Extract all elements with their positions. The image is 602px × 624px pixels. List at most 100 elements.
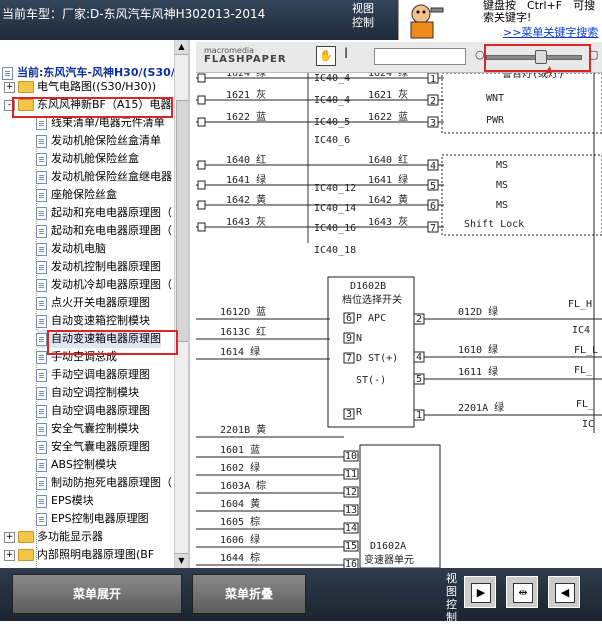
tree-item-label: 手动空调电器原理图: [51, 368, 150, 381]
pin-number: 1: [416, 410, 422, 421]
pin-number: 11: [345, 469, 357, 480]
scroll-down-arrow-icon[interactable]: ▼: [175, 553, 188, 568]
tree-item[interactable]: 发动机舱保险丝盒清单: [36, 132, 161, 150]
tree-item-label: 发动机电脑: [51, 242, 106, 255]
text-select-icon[interactable]: Ⅰ: [344, 46, 348, 62]
wire-label: 1624 绿: [368, 73, 408, 79]
scrollbar-thumb[interactable]: [176, 100, 188, 342]
schematic-diagram[interactable]: 1624 绿 1621 灰 1622 蓝 1640 红 1641 绿 1642 黄 1643…: [196, 73, 602, 568]
tree-scrollbar[interactable]: ▲ ▼: [174, 40, 188, 568]
highlight-box-selected: [47, 330, 178, 355]
view-right-button[interactable]: ◀: [548, 576, 580, 608]
tree-item-label: 多功能显示器: [37, 530, 103, 543]
tree-folder[interactable]: + 电气电路图((S30/H30)): [4, 78, 156, 96]
view-left-button[interactable]: ▶: [464, 576, 496, 608]
fl-label: IC: [582, 419, 594, 430]
document-icon: [36, 332, 47, 346]
tree-item[interactable]: 发动机电脑: [36, 240, 106, 258]
wire-label: 1602 绿: [220, 461, 260, 474]
wire-label: 2201B 黄: [220, 423, 266, 436]
tree-item[interactable]: EPS控制电器原理图: [36, 510, 149, 528]
pin-number: 16: [345, 559, 357, 568]
tree-item[interactable]: EPS模块: [36, 492, 94, 510]
menu-collapse-button[interactable]: 菜单折叠: [192, 574, 306, 614]
tree-item[interactable]: 发动机控制电器原理图: [36, 258, 161, 276]
ad-text: 键盘按 Ctrl+F 可搜索关键字!: [483, 0, 596, 24]
wire-label: 1614 绿: [220, 345, 260, 358]
wire-label: 2201A 绿: [458, 401, 504, 414]
tree-item-label: 电气电路图((S30/H30)): [37, 80, 157, 93]
menu-expand-button[interactable]: 菜单展开: [12, 574, 182, 614]
switch-label: WNT: [486, 93, 504, 104]
logo-bottom-text: FLASHPAPER: [204, 54, 287, 65]
tree-item[interactable]: 自动变速箱控制模块: [36, 312, 150, 330]
document-icon: [36, 440, 47, 454]
tree-item-label: 起动和充电电器原理图（: [51, 206, 172, 219]
tree-item-label: 自动变速箱控制模块: [51, 314, 150, 327]
d1602b-pin: N: [356, 333, 362, 344]
menu-tree: 当前:东风汽车-风神H30/(S30/H + 电气电路图((S30/H30)) - 东…: [0, 40, 190, 568]
connector-pin: [197, 73, 206, 83]
connector-pin: [197, 95, 206, 105]
pin-number: 6: [430, 201, 436, 212]
tree-item-label: 座舱保险丝盒: [51, 188, 117, 201]
wire-label: 1606 绿: [220, 533, 260, 546]
title-bar: 当前车型：厂家:D-东风汽车风神H302013-2014 视图控制 键盘按 Ct…: [0, 0, 602, 40]
pin-number: 13: [345, 505, 357, 516]
wire-label: 1605 棕: [220, 515, 260, 528]
tree-item[interactable]: 制动防抱死电器原理图（: [36, 474, 172, 492]
document-icon: [36, 368, 47, 382]
tree-item-label: 发动机舱保险丝盒继电器: [51, 170, 172, 183]
wire-label: 1611 绿: [458, 365, 498, 378]
tree-item[interactable]: 自动空调电器原理图: [36, 402, 150, 420]
expand-icon[interactable]: +: [4, 81, 15, 93]
menu-search-link[interactable]: >>菜单关键字搜索: [503, 24, 598, 40]
ic-label: IC40_4: [314, 73, 350, 84]
find-input[interactable]: [374, 48, 466, 65]
expand-icon[interactable]: +: [4, 531, 15, 543]
wire-label: 1622 蓝: [368, 111, 408, 123]
tree-item[interactable]: 安全气囊电器原理图: [36, 438, 150, 456]
ms-label: MS: [496, 200, 508, 211]
view-split-button[interactable]: ⇹: [506, 576, 538, 608]
tree-item[interactable]: 座舱保险丝盒: [36, 186, 117, 204]
document-icon: [36, 170, 47, 184]
tree-folder[interactable]: + 多功能显示器: [4, 528, 103, 546]
tree-item[interactable]: 起动和充电电器原理图（: [36, 222, 172, 240]
document-icon: [36, 476, 47, 490]
tree-item[interactable]: 安全气囊控制模块: [36, 420, 139, 438]
tree-item[interactable]: 发动机舱保险丝盒继电器: [36, 168, 172, 186]
tree-folder[interactable]: + 内部照明电器原理图(BF: [4, 546, 154, 564]
tree-item-label: 内部照明电器原理图(BF: [37, 548, 155, 561]
tree-item-label: 安全气囊控制模块: [51, 422, 139, 435]
wire-label: 1624 绿: [226, 73, 266, 79]
wire-label: 1622 蓝: [226, 111, 266, 123]
tree-item[interactable]: 发动机冷却电器原理图（: [36, 276, 172, 294]
tree-item-label: 点火开关电器原理图: [51, 296, 150, 309]
document-icon: [36, 386, 47, 400]
ic-label: IC40_12: [314, 183, 356, 194]
connector-pin: [197, 117, 206, 127]
pin-number: 14: [345, 523, 357, 534]
fl-label: FL_: [576, 399, 595, 410]
flashpaper-logo: macromedia FLASHPAPER: [204, 46, 287, 65]
tree-item[interactable]: ABS控制模块: [36, 456, 117, 474]
tree-item[interactable]: 点火开关电器原理图: [36, 294, 150, 312]
tree-item[interactable]: 自动空调控制模块: [36, 384, 139, 402]
ms-label: MS: [496, 180, 508, 191]
tree-item[interactable]: 起动和充电电器原理图（: [36, 204, 172, 222]
tree-item[interactable]: 手动空调电器原理图: [36, 366, 150, 384]
tree-item-label: 发动机舱保险丝盒清单: [51, 134, 161, 147]
view-control-label-bottom: 视图控制: [446, 572, 457, 624]
document-icon: [36, 260, 47, 274]
tree-item-label: 自动空调电器原理图: [51, 404, 150, 417]
document-icon: [36, 422, 47, 436]
d1602b-pin: D ST(+): [356, 353, 398, 364]
wire-label: 1642 黄: [226, 193, 266, 206]
expand-icon[interactable]: +: [4, 549, 15, 561]
tree-item[interactable]: 发动机舱保险丝盒: [36, 150, 139, 168]
document-icon: [36, 512, 47, 526]
wire-label: 1644 棕: [220, 551, 260, 564]
scroll-up-arrow-icon[interactable]: ▲: [175, 40, 188, 55]
hand-tool-icon[interactable]: ✋: [316, 46, 336, 66]
